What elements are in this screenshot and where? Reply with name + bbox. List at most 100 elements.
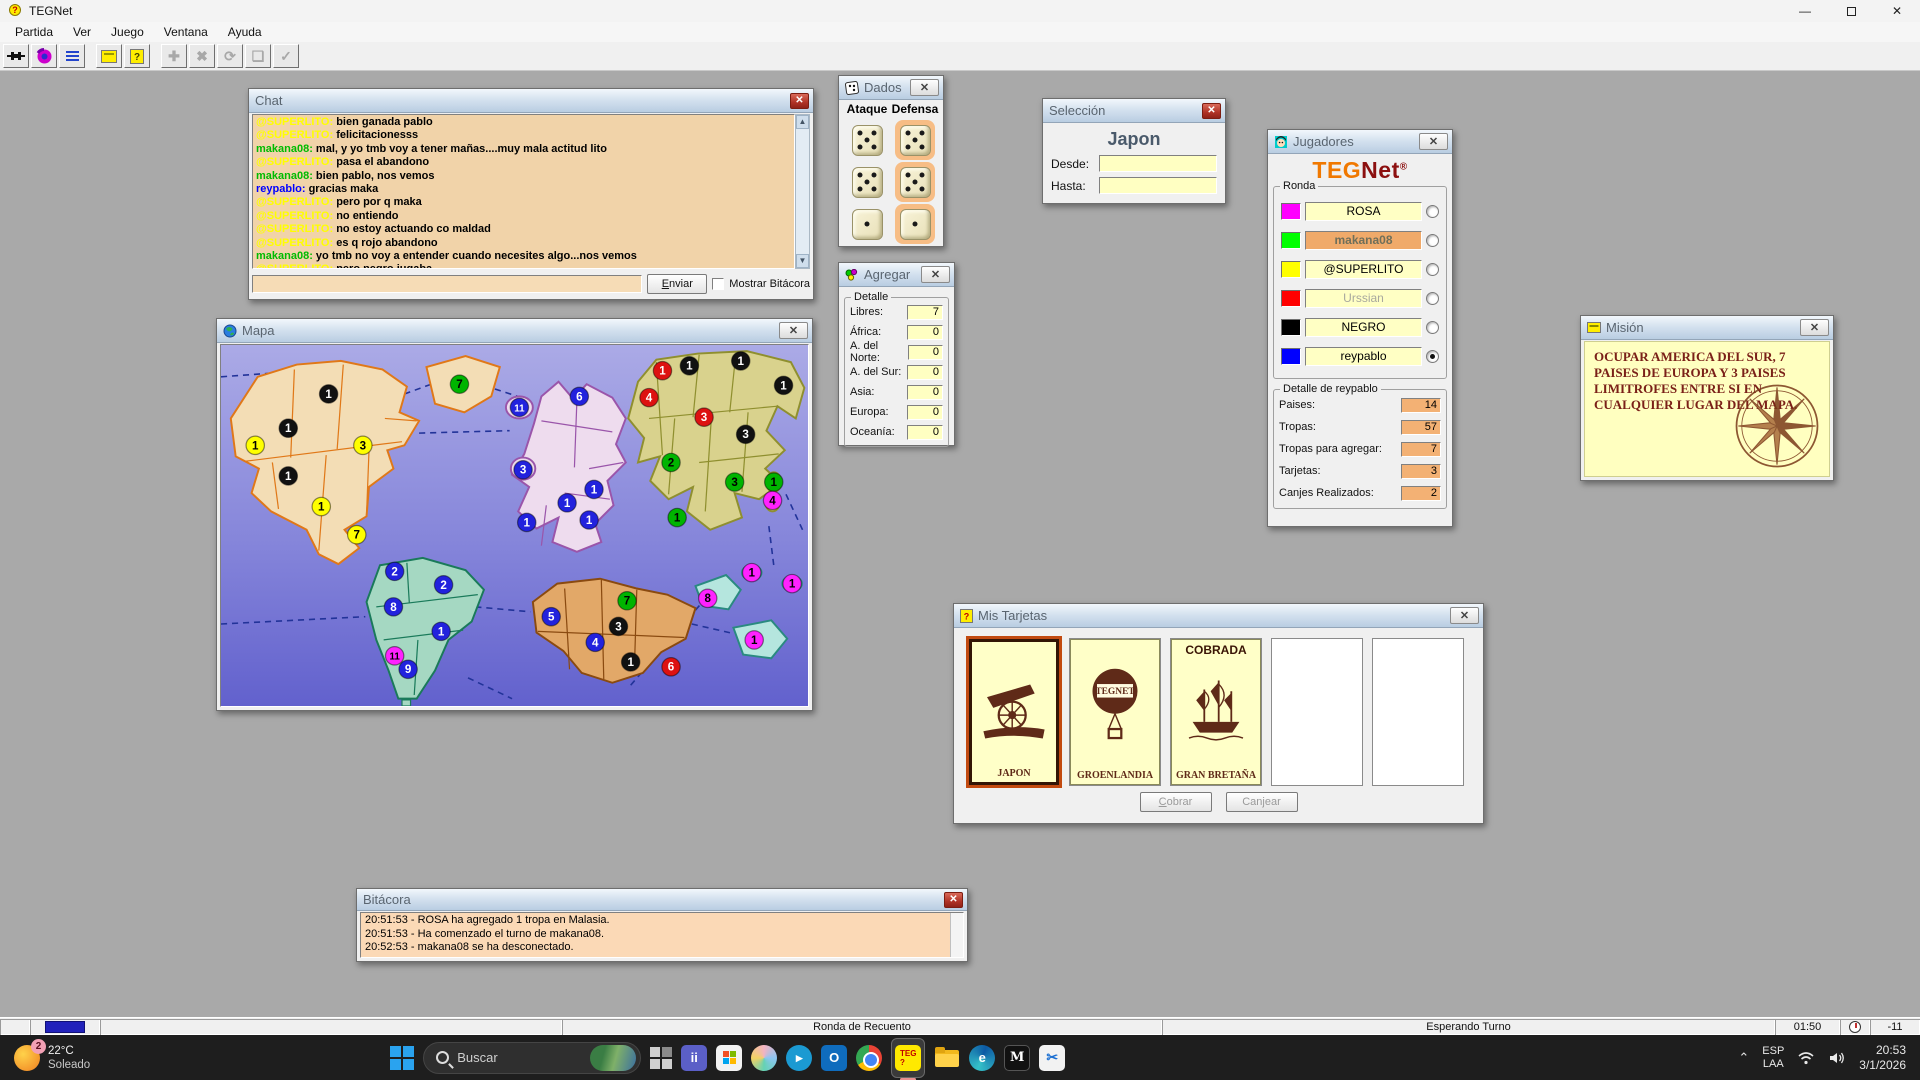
agregar-close-icon[interactable]: ✕ [921,266,950,283]
search-highlight-thumbnail[interactable] [590,1044,637,1071]
bitacora-titlebar[interactable]: Bitácora ✕ [357,889,967,911]
player-radio[interactable] [1426,204,1439,218]
scroll-up-icon[interactable]: ▲ [796,115,809,129]
troop-marker[interactable]: 8 [383,597,404,617]
connect-button[interactable] [3,44,29,68]
speaker-icon[interactable] [1828,1051,1846,1065]
troop-marker[interactable]: 3 [513,460,533,480]
menu-partida[interactable]: Partida [5,23,63,41]
canjear-button[interactable]: Canjear [1225,792,1298,812]
troop-marker[interactable]: 6 [661,657,681,677]
seleccion-titlebar[interactable]: Selección ✕ [1043,99,1225,123]
world-map[interactable]: 1 1 1 3 1 1 7 7 11 6 3 1 1 1 1 1 1 1 1 4 3 3 2 3 1 4 1 2 2 8 1 11 9 5 7 3 4 1… [220,344,809,707]
help-button[interactable]: ? [124,44,150,68]
troop-marker[interactable]: 1 [620,652,641,672]
jugadores-close-icon[interactable]: ✕ [1419,133,1448,150]
troop-marker[interactable]: 3 [353,435,373,456]
troop-marker[interactable]: 1 [516,512,537,533]
troop-marker[interactable]: 3 [608,616,629,637]
troop-marker[interactable]: 1 [311,496,332,517]
dice-titlebar[interactable]: Dados ✕ [839,76,943,100]
menu-ventana[interactable]: Ventana [154,23,218,41]
troop-marker[interactable]: 1 [431,621,451,642]
chat-titlebar[interactable]: Chat ✕ [249,89,813,113]
troop-marker[interactable]: 1 [278,418,299,439]
outlook-button[interactable]: O [821,1038,848,1078]
language-indicator[interactable]: ESP LAA [1762,1045,1784,1071]
wifi-icon[interactable] [1797,1051,1815,1065]
chrome-button[interactable] [856,1038,883,1078]
troop-marker[interactable]: 1 [278,466,299,486]
empty-card-slot[interactable] [1372,638,1464,786]
troop-marker[interactable]: 1 [763,472,784,492]
troop-marker[interactable]: 6 [569,386,590,407]
troop-marker[interactable]: 1 [579,510,599,530]
troop-marker[interactable]: 1 [679,356,700,376]
troop-marker[interactable]: 4 [639,387,659,408]
troop-marker[interactable]: 1 [318,384,339,404]
list-button[interactable] [59,44,85,68]
media-app-button[interactable]: M [1004,1038,1031,1078]
troop-marker[interactable]: 11 [384,646,405,666]
troop-marker[interactable]: 9 [398,659,418,680]
troop-marker[interactable]: 1 [741,562,762,583]
start-button[interactable] [390,1038,415,1078]
player-radio[interactable] [1426,320,1439,334]
chat-input[interactable] [252,275,643,293]
from-input[interactable] [1099,155,1217,172]
troop-marker[interactable]: 1 [245,435,266,456]
tarjetas-close-icon[interactable]: ✕ [1450,607,1479,624]
troop-marker[interactable]: 3 [724,472,745,492]
tarjetas-titlebar[interactable]: ? Mis Tarjetas ✕ [954,604,1483,628]
edge-button[interactable]: e [969,1038,996,1078]
teams-button[interactable]: ii [681,1038,708,1078]
troop-marker[interactable]: 1 [652,360,673,381]
maximize-button[interactable] [1828,0,1874,22]
player-radio[interactable] [1426,233,1439,247]
troop-marker[interactable]: 3 [735,424,756,445]
player-radio[interactable] [1426,262,1439,276]
show-log-checkbox[interactable] [712,278,725,290]
player-radio[interactable] [1426,291,1439,305]
troop-marker[interactable]: 8 [697,588,718,609]
notes-button[interactable] [96,44,122,68]
troop-marker[interactable]: 11 [509,397,530,418]
mision-titlebar[interactable]: Misión ✕ [1581,316,1833,340]
troop-marker[interactable]: 1 [730,351,751,371]
mision-close-icon[interactable]: ✕ [1800,319,1829,336]
country-card[interactable]: COBRADA GRAN BRETAÑA [1170,638,1262,786]
log-scrollbar[interactable] [950,913,963,957]
troop-marker[interactable]: 7 [617,590,637,611]
weather-widget[interactable]: 2 22°C Soleado [14,1038,90,1072]
troop-marker[interactable]: 1 [584,479,604,500]
task-view-button[interactable] [650,1038,673,1078]
file-explorer-button[interactable] [934,1038,960,1078]
mapa-titlebar[interactable]: Mapa ✕ [217,319,812,343]
copilot-button[interactable] [751,1038,778,1078]
troop-marker[interactable]: 1 [782,573,802,594]
troop-marker[interactable]: 3 [694,407,714,427]
chat-scrollbar[interactable]: ▲ ▼ [795,114,810,269]
snipping-tool-button[interactable]: ✂ [1039,1038,1066,1078]
clock[interactable]: 20:53 3/1/2026 [1859,1043,1906,1073]
country-card[interactable]: JAPON [966,636,1062,788]
troop-marker[interactable]: 1 [667,507,687,528]
close-button[interactable]: ✕ [1874,0,1920,22]
menu-ver[interactable]: Ver [63,23,101,41]
globe-button[interactable] [31,44,57,68]
troop-marker[interactable]: 2 [384,561,405,582]
troop-marker[interactable]: 4 [762,490,783,511]
minimize-button[interactable]: — [1782,0,1828,22]
troop-marker[interactable]: 7 [346,524,367,545]
troop-marker[interactable]: 5 [541,606,561,627]
dice-close-icon[interactable]: ✕ [910,79,939,96]
chat-close-icon[interactable]: ✕ [790,92,809,109]
jugadores-titlebar[interactable]: Jugadores ✕ [1268,130,1452,154]
troop-marker[interactable]: 2 [661,452,681,473]
player-radio[interactable] [1426,349,1439,363]
troop-marker[interactable]: 7 [449,374,470,394]
bitacora-close-icon[interactable]: ✕ [944,891,963,908]
chevron-up-icon[interactable]: ⌃ [1738,1050,1749,1066]
stream-button[interactable]: ▸ [786,1038,813,1078]
seleccion-close-icon[interactable]: ✕ [1202,102,1221,119]
